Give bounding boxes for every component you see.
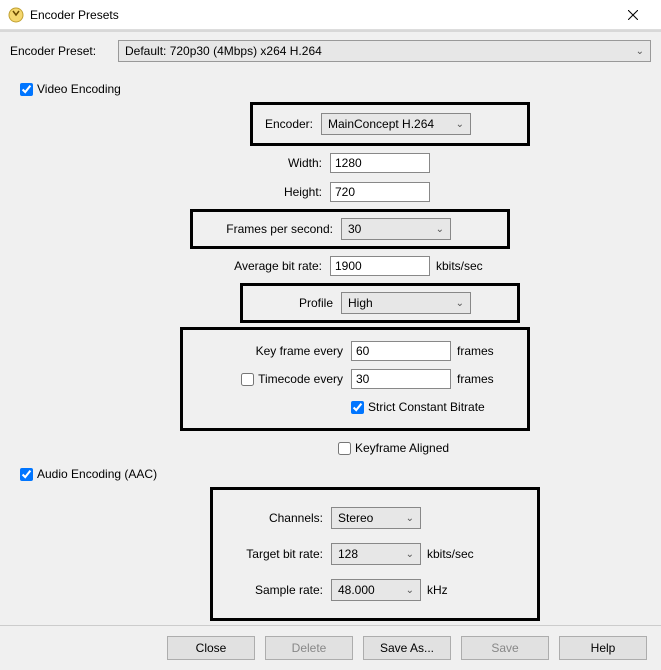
target-bitrate-row: Target bit rate: 128 ⌄ kbits/sec xyxy=(221,541,529,567)
keyframe-row: Key frame every frames xyxy=(191,338,519,364)
keyframe-unit: frames xyxy=(457,344,494,358)
profile-label: Profile xyxy=(251,296,341,310)
chevron-down-icon: ⌄ xyxy=(406,585,414,596)
video-encoding-checkbox-row[interactable]: Video Encoding xyxy=(20,82,651,96)
target-bitrate-select[interactable]: 128 ⌄ xyxy=(331,543,421,565)
sample-rate-select[interactable]: 48.000 ⌄ xyxy=(331,579,421,601)
highlight-profile: Profile High ⌄ xyxy=(240,283,520,323)
profile-value: High xyxy=(348,296,373,310)
encoder-label: Encoder: xyxy=(261,117,321,131)
target-bitrate-unit: kbits/sec xyxy=(427,547,474,561)
app-icon xyxy=(8,7,24,23)
save-as-button[interactable]: Save As... xyxy=(363,636,451,660)
titlebar: Encoder Presets xyxy=(0,0,661,30)
width-label: Width: xyxy=(50,156,330,170)
video-encoding-label: Video Encoding xyxy=(37,82,121,96)
encoder-select[interactable]: MainConcept H.264 ⌄ xyxy=(321,113,471,135)
content-area: Encoder Preset: Default: 720p30 (4Mbps) … xyxy=(0,30,661,625)
avg-bitrate-row: Average bit rate: kbits/sec xyxy=(50,253,651,279)
channels-select[interactable]: Stereo ⌄ xyxy=(331,507,421,529)
fps-label: Frames per second: xyxy=(201,222,341,236)
width-row: Width: xyxy=(50,150,651,176)
height-input[interactable] xyxy=(330,182,430,202)
avg-bitrate-unit: kbits/sec xyxy=(436,259,483,273)
keyframe-aligned-row: Keyframe Aligned xyxy=(50,435,651,461)
sample-rate-row: Sample rate: 48.000 ⌄ kHz xyxy=(221,577,529,603)
chevron-down-icon: ⌄ xyxy=(406,513,414,524)
window-title: Encoder Presets xyxy=(30,8,613,22)
encoder-presets-window: Encoder Presets Encoder Preset: Default:… xyxy=(0,0,661,667)
encoder-preset-select[interactable]: Default: 720p30 (4Mbps) x264 H.264 ⌄ xyxy=(118,40,651,62)
highlight-keyframe-block: Key frame every frames Timecode every fr… xyxy=(180,327,530,431)
close-icon xyxy=(628,10,638,20)
target-bitrate-label: Target bit rate: xyxy=(221,547,331,561)
encoder-preset-value: Default: 720p30 (4Mbps) x264 H.264 xyxy=(125,44,322,58)
target-bitrate-value: 128 xyxy=(338,547,358,561)
keyframe-aligned-label: Keyframe Aligned xyxy=(355,441,449,455)
close-button[interactable] xyxy=(613,0,653,30)
avg-bitrate-label: Average bit rate: xyxy=(50,259,330,273)
fps-select[interactable]: 30 ⌄ xyxy=(341,218,451,240)
video-fields: Encoder: MainConcept H.264 ⌄ Width: Heig… xyxy=(50,102,651,461)
timecode-input[interactable] xyxy=(351,369,451,389)
video-encoding-checkbox[interactable] xyxy=(20,83,33,96)
avg-bitrate-input[interactable] xyxy=(330,256,430,276)
close-dialog-button[interactable]: Close xyxy=(167,636,255,660)
audio-encoding-checkbox-row[interactable]: Audio Encoding (AAC) xyxy=(20,467,651,481)
chevron-down-icon: ⌄ xyxy=(406,549,414,560)
highlight-encoder: Encoder: MainConcept H.264 ⌄ xyxy=(250,102,530,146)
encoder-preset-label: Encoder Preset: xyxy=(10,44,118,58)
save-button[interactable]: Save xyxy=(461,636,549,660)
highlight-fps: Frames per second: 30 ⌄ xyxy=(190,209,510,249)
delete-button[interactable]: Delete xyxy=(265,636,353,660)
keyframe-input[interactable] xyxy=(351,341,451,361)
audio-encoding-label: Audio Encoding (AAC) xyxy=(37,467,157,481)
profile-select[interactable]: High ⌄ xyxy=(341,292,471,314)
channels-label: Channels: xyxy=(221,511,331,525)
timecode-label: Timecode every xyxy=(258,372,343,386)
width-input[interactable] xyxy=(330,153,430,173)
audio-fields: Channels: Stereo ⌄ Target bit rate: 128 … xyxy=(50,487,651,621)
keyframe-aligned-checkbox[interactable] xyxy=(338,442,351,455)
encoder-preset-row: Encoder Preset: Default: 720p30 (4Mbps) … xyxy=(10,40,651,62)
chevron-down-icon: ⌄ xyxy=(636,46,644,57)
button-bar: Close Delete Save As... Save Help xyxy=(0,625,661,670)
timecode-row: Timecode every frames xyxy=(191,366,519,392)
help-button[interactable]: Help xyxy=(559,636,647,660)
sample-rate-label: Sample rate: xyxy=(221,583,331,597)
strict-cbr-row: Strict Constant Bitrate xyxy=(191,394,519,420)
highlight-audio-block: Channels: Stereo ⌄ Target bit rate: 128 … xyxy=(210,487,540,621)
sample-rate-value: 48.000 xyxy=(338,583,375,597)
strict-cbr-label: Strict Constant Bitrate xyxy=(368,400,485,414)
height-row: Height: xyxy=(50,179,651,205)
fps-value: 30 xyxy=(348,222,361,236)
chevron-down-icon: ⌄ xyxy=(456,298,464,309)
audio-encoding-checkbox[interactable] xyxy=(20,468,33,481)
chevron-down-icon: ⌄ xyxy=(456,119,464,130)
timecode-checkbox[interactable] xyxy=(241,373,254,386)
strict-cbr-checkbox[interactable] xyxy=(351,401,364,414)
channels-row: Channels: Stereo ⌄ xyxy=(221,505,529,531)
chevron-down-icon: ⌄ xyxy=(436,224,444,235)
encoder-value: MainConcept H.264 xyxy=(328,117,434,131)
channels-value: Stereo xyxy=(338,511,373,525)
height-label: Height: xyxy=(50,185,330,199)
keyframe-label: Key frame every xyxy=(191,344,351,358)
timecode-unit: frames xyxy=(457,372,494,386)
sample-rate-unit: kHz xyxy=(427,583,448,597)
